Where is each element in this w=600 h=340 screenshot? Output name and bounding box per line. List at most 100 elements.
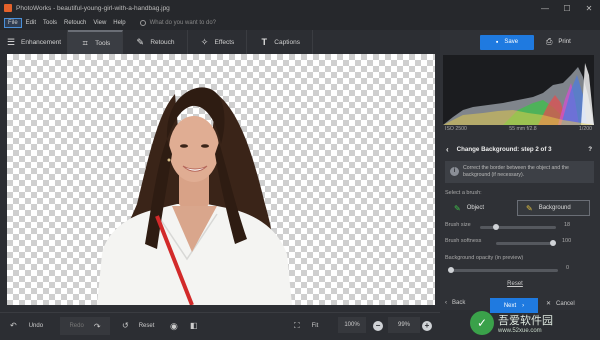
help-icon[interactable]: ? <box>588 146 592 153</box>
reset-button[interactable]: ↺ Reset <box>122 321 154 330</box>
action-bar: ▪ Save ⎙ Print <box>440 30 600 54</box>
maximize-button[interactable]: ☐ <box>556 0 578 16</box>
tab-enhancement[interactable]: ☰ Enhancement <box>0 30 69 54</box>
undo-label: Undo <box>28 322 44 329</box>
info-box: i Correct the border between the object … <box>445 161 594 183</box>
tab-tools-label: Tools <box>95 39 111 47</box>
window-title: PhotoWorks - beautiful-young-girl-with-a… <box>16 4 170 12</box>
leaf-logo-icon: ✓ <box>470 311 494 335</box>
brush-background-icon: ✎ <box>526 203 533 213</box>
app-logo-icon <box>4 4 12 12</box>
text-icon: T <box>261 37 268 47</box>
background-brush-button[interactable]: ✎ Background <box>517 200 590 216</box>
brush-softness-slider[interactable] <box>496 240 556 246</box>
title-bar: PhotoWorks - beautiful-young-girl-with-a… <box>0 0 600 16</box>
brush-size-slider[interactable] <box>480 224 556 230</box>
back-label: Back <box>452 300 466 306</box>
tab-captions-label: Captions <box>274 38 300 46</box>
minimize-button[interactable]: — <box>534 0 556 16</box>
bg-opacity-label: Background opacity (in preview) <box>445 255 524 261</box>
reset-label: Reset <box>138 322 155 329</box>
brush-softness-label: Brush softness <box>445 238 482 244</box>
tab-retouch[interactable]: ✎ Retouch <box>123 30 188 54</box>
chevron-left-icon: ‹ <box>445 300 447 306</box>
watermark-title: 吾爱软件园 <box>498 314 553 327</box>
brush-size-knob[interactable] <box>492 224 499 230</box>
print-button[interactable]: ⎙ Print <box>546 37 571 47</box>
object-label: Object <box>466 205 485 211</box>
bg-opacity-knob[interactable] <box>448 267 454 273</box>
image-canvas[interactable] <box>7 54 435 305</box>
brush-softness-value: 100 <box>562 238 572 244</box>
zoom-in-button[interactable]: + <box>422 321 432 331</box>
step-title: Change Background: step 2 of 3 <box>456 145 552 153</box>
right-panel: ▪ Save ⎙ Print ISO 2500 55 mm f/2.8 1/20… <box>440 30 600 313</box>
zoom-preset-button[interactable]: 100% <box>338 317 366 333</box>
menu-view[interactable]: View <box>90 19 109 27</box>
brush-softness-knob[interactable] <box>550 240 556 246</box>
fit-label: Fit <box>311 323 319 329</box>
zoom-out-button[interactable]: − <box>373 321 383 331</box>
redo-button[interactable]: Redo ↷ <box>60 317 110 335</box>
reset-link[interactable]: Reset <box>440 281 590 287</box>
redo-icon: ↷ <box>93 321 101 331</box>
tab-retouch-label: Retouch <box>150 38 175 46</box>
bottom-bar: ↶ Undo Redo ↷ ↺ Reset ◉ ◧ ⛶ Fit 100% − 9… <box>0 312 440 340</box>
brush-object-icon: ✎ <box>454 203 461 213</box>
tab-effects[interactable]: ✧ Effects <box>188 30 248 54</box>
plus-icon: + <box>422 321 432 331</box>
menu-bar: File Edit Tools Retouch View Help What d… <box>0 16 600 30</box>
app-window: PhotoWorks - beautiful-young-girl-with-a… <box>0 0 600 340</box>
search-placeholder: What do you want to do? <box>149 20 217 26</box>
histogram <box>443 55 594 125</box>
redo-label: Redo <box>69 323 84 329</box>
reset-icon: ↺ <box>122 321 129 330</box>
tab-captions[interactable]: T Captions <box>247 30 313 54</box>
exif-info: ISO 2500 55 mm f/2.8 1/200 <box>443 126 594 136</box>
main-toolbar: ☰ Enhancement ⌗ Tools ✎ Retouch ✧ Effect… <box>0 30 440 54</box>
minus-icon: − <box>373 321 383 331</box>
back-button[interactable]: ‹ Back <box>445 300 465 306</box>
step-header: ‹ Change Background: step 2 of 3 ? <box>440 142 600 156</box>
bg-opacity-value: 0 <box>566 265 570 271</box>
chevron-left-icon[interactable]: ‹ <box>446 145 449 154</box>
tab-tools[interactable]: ⌗ Tools <box>68 30 124 54</box>
eye-icon[interactable]: ◉ <box>170 321 178 332</box>
menu-retouch[interactable]: Retouch <box>61 19 89 27</box>
floppy-icon: ▪ <box>495 38 499 46</box>
undo-button[interactable]: ↶ Undo <box>10 321 43 330</box>
subject-photo <box>97 87 292 305</box>
fit-icon: ⛶ <box>294 321 300 330</box>
histogram-graph <box>443 63 594 125</box>
menu-edit[interactable]: Edit <box>23 19 39 27</box>
crop-icon: ⌗ <box>82 37 88 48</box>
sliders-icon: ☰ <box>6 36 16 47</box>
search-box[interactable]: What do you want to do? <box>139 20 217 26</box>
iso-value: ISO 2500 <box>445 126 467 132</box>
watermark-text: 吾爱软件园 www.52xue.com <box>498 312 553 334</box>
printer-icon: ⎙ <box>546 37 553 46</box>
zoom-value: 99% <box>397 322 410 328</box>
tab-enhancement-label: Enhancement <box>21 38 62 46</box>
zoom-value-field[interactable]: 99% <box>388 317 420 333</box>
search-icon <box>139 20 146 26</box>
fit-button[interactable]: ⛶ Fit <box>294 321 318 331</box>
menu-file[interactable]: File <box>4 18 22 28</box>
close-window-button[interactable]: ✕ <box>578 0 600 16</box>
save-label: Save <box>504 39 519 45</box>
background-label: Background <box>538 205 571 211</box>
save-button[interactable]: ▪ Save <box>480 34 534 50</box>
menu-tools[interactable]: Tools <box>40 19 60 27</box>
print-label: Print <box>558 39 571 45</box>
bg-opacity-slider[interactable] <box>448 267 558 273</box>
shutter-value: 1/200 <box>579 126 592 132</box>
info-text: Correct the border between the object an… <box>463 165 569 178</box>
menu-help[interactable]: Help <box>110 19 128 27</box>
object-brush-button[interactable]: ✎ Object <box>445 200 513 216</box>
brush-icon: ✎ <box>136 36 145 47</box>
watermark: ✓ 吾爱软件园 www.52xue.com <box>470 306 600 340</box>
watermark-url: www.52xue.com <box>498 328 542 334</box>
select-brush-label: Select a brush: <box>445 190 482 196</box>
compare-icon[interactable]: ◧ <box>190 321 198 330</box>
tab-effects-label: Effects <box>214 38 235 46</box>
